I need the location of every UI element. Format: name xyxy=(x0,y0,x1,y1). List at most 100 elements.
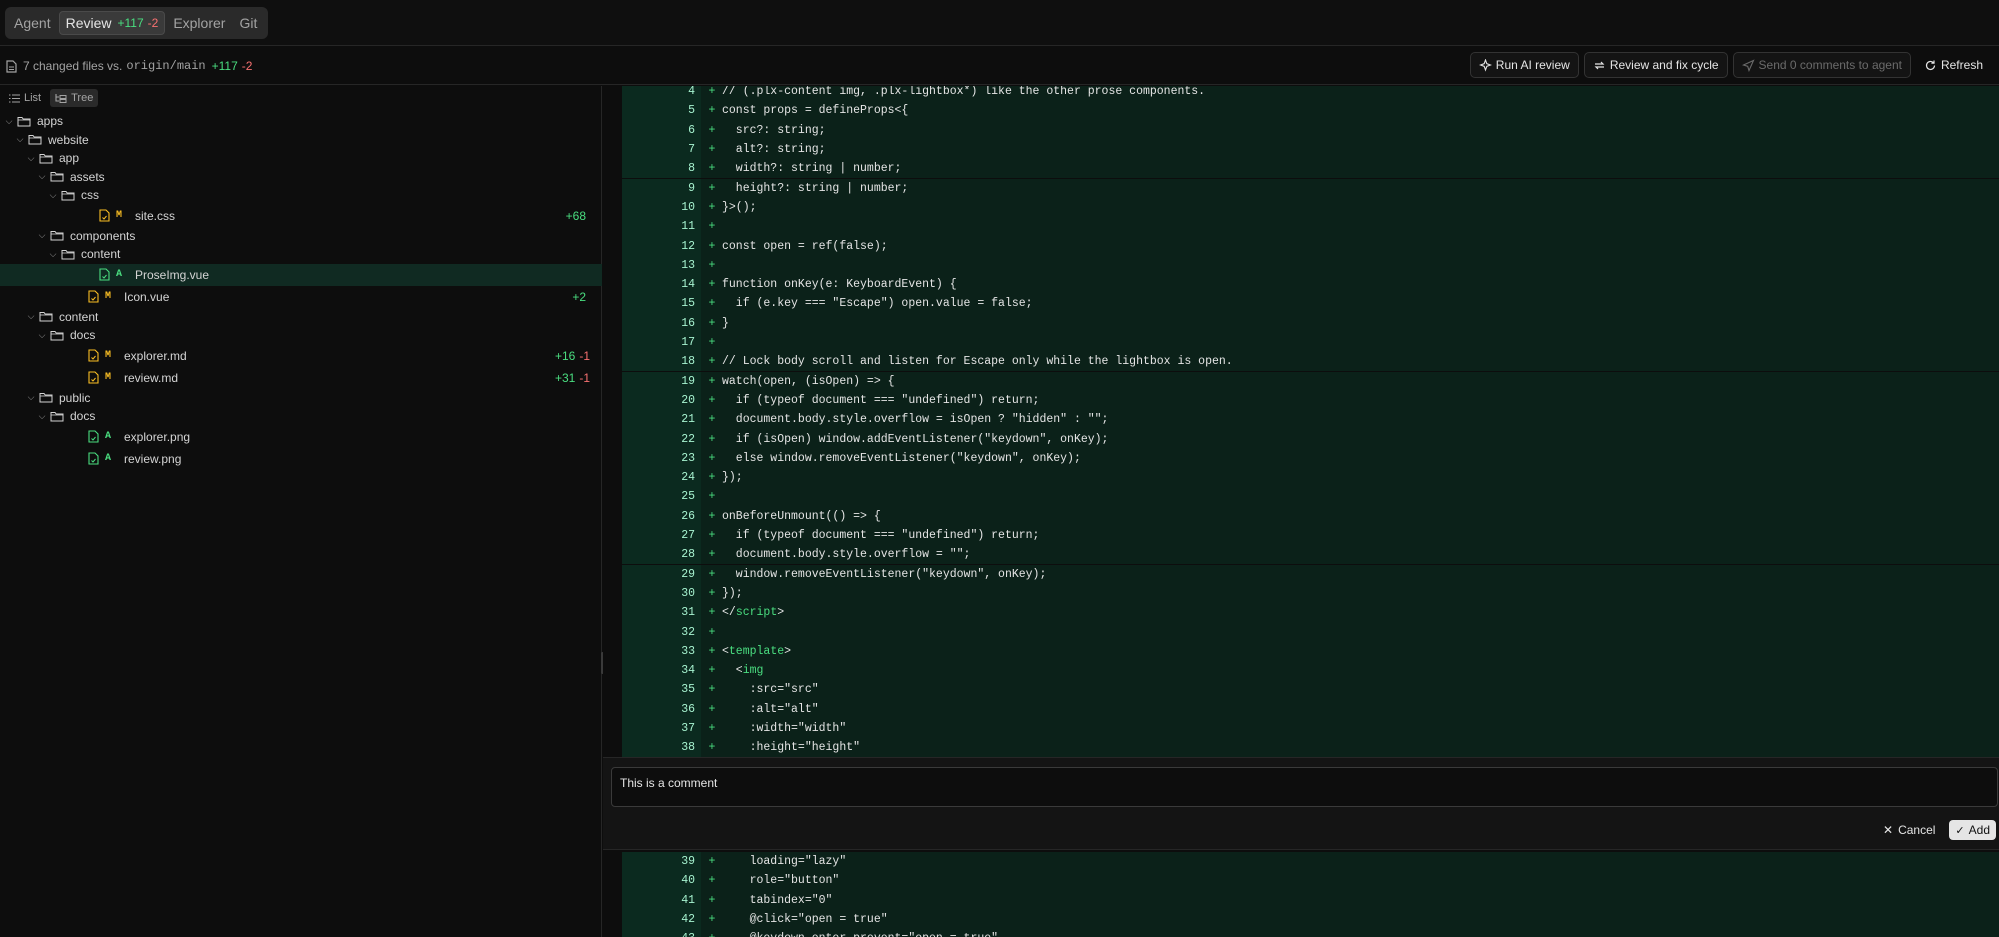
tree-file[interactable]: Areview.png xyxy=(0,448,602,470)
code-text: if (typeof document === "undefined") ret… xyxy=(722,529,1040,543)
comment-text: This is a comment xyxy=(620,776,718,790)
run-ai-review-button[interactable]: Run AI review xyxy=(1469,52,1579,78)
diff-line[interactable]: 26 + onBeforeUnmount(() => { xyxy=(622,506,1999,526)
diff-line[interactable]: 32 + xyxy=(622,622,1999,642)
diff-gutter-bottom xyxy=(603,850,622,937)
list-view-button[interactable]: List xyxy=(4,89,46,107)
diff-line[interactable]: 7 + alt?: string; xyxy=(622,139,1999,160)
diff-line[interactable]: 13 + xyxy=(622,255,1999,275)
diff-line[interactable]: 38 + :height="height" xyxy=(622,738,1999,757)
tree-folder[interactable]: ⌵ content xyxy=(0,245,602,264)
folder-icon xyxy=(61,249,75,260)
diff-line[interactable]: 11 + xyxy=(622,217,1999,237)
code-text: loading="lazy" xyxy=(722,855,847,869)
tree-folder[interactable]: ⌵ content xyxy=(0,308,602,327)
tree-file[interactable]: M Icon.vue +2 xyxy=(0,286,602,308)
diff-line[interactable]: 6 + src?: string; xyxy=(622,120,1999,140)
main-tabs: Agent Review +117 -2 Explorer Git xyxy=(5,7,269,39)
tab-review[interactable]: Review +117 -2 xyxy=(58,11,166,35)
added-marker: + xyxy=(708,702,716,716)
add-comment-button[interactable]: ✓ Add xyxy=(1949,820,1996,840)
diff-line[interactable]: 36 + :alt="alt" xyxy=(622,699,1999,719)
diff-line[interactable]: 37 + :width="width" xyxy=(622,718,1999,739)
tree-folder[interactable]: ⌵ css xyxy=(0,186,602,205)
diff-line[interactable]: 16 +} xyxy=(622,313,1999,333)
tree-file[interactable]: Mexplorer.md +16 -1 xyxy=(0,345,602,367)
diff-line[interactable]: 9 + height?: string | number; xyxy=(622,178,1999,198)
tree-file[interactable]: Mreview.md +31 -1 xyxy=(0,367,602,389)
comment-textarea[interactable]: This is a comment xyxy=(611,767,1998,807)
diff-line[interactable]: 15 + if (e.key === "Escape") open.value =… xyxy=(622,294,1999,314)
diff-line[interactable]: 41 + tabindex="0" xyxy=(622,890,1999,910)
chevron-down-icon: ⌵ xyxy=(38,410,46,421)
tree-folder[interactable]: ⌵ components xyxy=(0,227,602,246)
tree-folder[interactable]: ⌵ assets xyxy=(0,168,602,187)
diff-line[interactable]: 39 + loading="lazy" xyxy=(622,852,1999,872)
diff-line[interactable]: 31 + </script> xyxy=(622,603,1999,623)
added-marker: + xyxy=(708,413,716,427)
action-buttons: Run AI review Review and fix cycle Send … xyxy=(1465,52,1991,78)
code-text: // (.plx-content img, .plx-lightbox*) li… xyxy=(722,86,1206,99)
tab-agent[interactable]: Agent xyxy=(8,11,57,35)
added-marker: + xyxy=(708,297,716,311)
tree-file[interactable]: Aexplorer.png xyxy=(0,426,602,448)
added-marker: + xyxy=(708,683,716,697)
diff-line[interactable]: 4 + // (.plx-content img, .plx-lightbox*) … xyxy=(622,86,1999,102)
line-number: 26 xyxy=(622,506,701,526)
diff-line[interactable]: 27 + if (typeof document === "undefined")… xyxy=(622,525,1999,546)
tab-agent-label: Agent xyxy=(14,15,51,31)
diff-line[interactable]: 33 + <template> xyxy=(622,641,1999,661)
tree-folder[interactable]: ⌵ docs xyxy=(0,326,602,345)
diff-line[interactable]: 30 +}); xyxy=(622,583,1999,604)
diff-line[interactable]: 43 + @keydown.enter.prevent="open = true" xyxy=(622,929,1999,937)
diff-line[interactable]: 28 + document.body.style.overflow = ""; xyxy=(622,545,1999,565)
diff-line[interactable]: 35 + :src="src" xyxy=(622,680,1999,700)
refresh-button[interactable]: Refresh xyxy=(1916,52,1991,78)
tree-folder[interactable]: ⌵ docs xyxy=(0,407,602,426)
tree-view-button[interactable]: Tree xyxy=(50,89,99,107)
tree-folder[interactable]: ⌵ public xyxy=(0,389,602,408)
chevron-down-icon: ⌵ xyxy=(27,392,35,403)
diff-line[interactable]: 10 +}>(); xyxy=(622,197,1999,218)
tree-folder[interactable]: ⌵ app xyxy=(0,149,602,168)
diff-line[interactable]: 5 + const props = defineProps<{ xyxy=(622,101,1999,121)
chevron-down-icon: ⌵ xyxy=(27,311,35,322)
line-number: 42 xyxy=(622,909,701,930)
line-number: 21 xyxy=(622,410,701,430)
diff-line[interactable]: 12 + const open = ref(false); xyxy=(622,236,1999,256)
diff-line[interactable]: 42 + @click="open = true" xyxy=(622,909,1999,930)
diff-line[interactable]: 19 + watch(open, (isOpen) => { xyxy=(622,371,1999,391)
diff-line[interactable]: 17 + xyxy=(622,332,1999,353)
diff-line[interactable]: 29 + window.removeEventListener("keydown"… xyxy=(622,564,1999,584)
diff-line[interactable]: 22 + if (isOpen) window.addEventListener(… xyxy=(622,429,1999,449)
list-view-label: List xyxy=(24,92,42,104)
diff-line[interactable]: 14 + function onKey(e: KeyboardEvent) { xyxy=(622,275,1999,295)
diff-line[interactable]: 23 + else window.removeEventListener("key… xyxy=(622,448,1999,468)
diff-line[interactable]: 21 + document.body.style.overflow = isOpe… xyxy=(622,410,1999,430)
chevron-down-icon: ⌵ xyxy=(49,248,57,259)
chevron-down-icon: ⌵ xyxy=(38,230,46,241)
send-comments-button[interactable]: Send 0 comments to agent xyxy=(1732,52,1911,78)
diff-line[interactable]: 34 + <img xyxy=(622,661,1999,681)
added-marker: + xyxy=(708,278,716,292)
tab-explorer[interactable]: Explorer xyxy=(167,11,231,35)
tree-file[interactable]: Msite.css +68 xyxy=(0,205,602,227)
code-text: document.body.style.overflow = isOpen ? … xyxy=(722,413,1109,427)
diff-line[interactable]: 25 + xyxy=(622,487,1999,507)
added-marker: + xyxy=(708,123,716,137)
tree-folder[interactable]: ⌵ apps xyxy=(0,112,602,131)
review-fix-cycle-button[interactable]: Review and fix cycle xyxy=(1583,52,1728,78)
tab-git[interactable]: Git xyxy=(233,11,263,35)
tree-file[interactable]: A ProseImg.vue xyxy=(0,263,602,286)
file-icon xyxy=(6,59,17,73)
diff-line[interactable]: 8 + width?: string | number; xyxy=(622,159,1999,179)
diff-line[interactable]: 24 +}); xyxy=(622,468,1999,488)
diff-line[interactable]: 20 + if (typeof document === "undefined")… xyxy=(622,390,1999,411)
cancel-comment-button[interactable]: ✕ Cancel xyxy=(1883,823,1935,837)
tab-explorer-label: Explorer xyxy=(173,15,226,31)
diff-line[interactable]: 18 + // Lock body scroll and listen for Es… xyxy=(622,352,1999,372)
line-number: 20 xyxy=(622,390,701,411)
repeat-icon xyxy=(1593,59,1610,72)
tree-folder[interactable]: ⌵ website xyxy=(0,131,602,150)
diff-line[interactable]: 40 + role="button" xyxy=(622,871,1999,891)
